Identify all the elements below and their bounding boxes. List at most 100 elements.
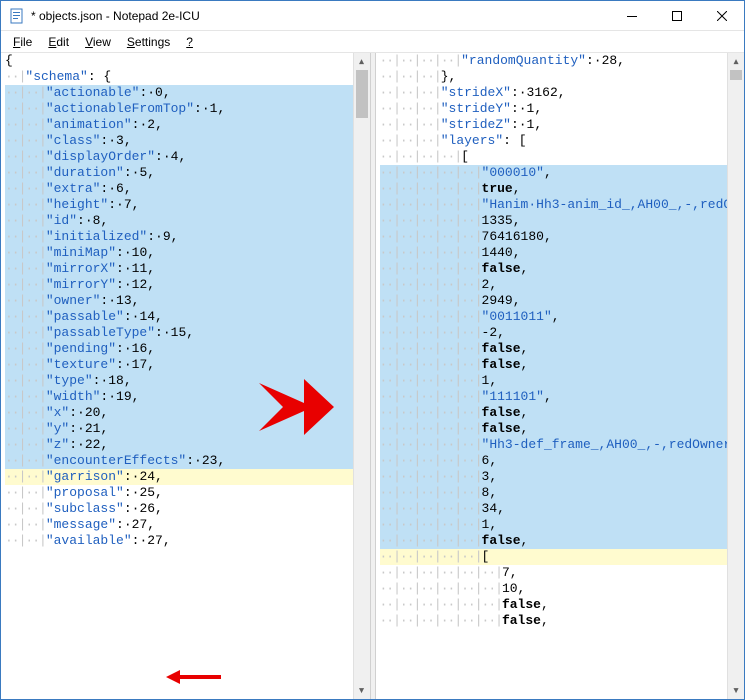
code-line[interactable]: ··|··|··|··|··|true,	[380, 181, 728, 197]
code-line[interactable]: ··|··|"animation":·2,	[5, 117, 353, 133]
left-scrollbar[interactable]: ▴ ▾	[353, 53, 370, 699]
indent-guide: ··|··|··|	[380, 85, 441, 101]
code-line[interactable]: ··|··|··|··|··|1,	[380, 517, 728, 533]
menu-file[interactable]: File	[5, 33, 40, 51]
code-line[interactable]: ··|··|··|··|[	[380, 149, 728, 165]
code-line[interactable]: ··|··|··|··|··|false,	[380, 533, 728, 549]
code-line[interactable]: ··|··|··|··|··|76416180,	[380, 229, 728, 245]
scroll-down-icon[interactable]: ▾	[728, 682, 744, 699]
code-line[interactable]: ··|··|··|"layers": [	[380, 133, 728, 149]
code-line[interactable]: ··|··|"subclass":·26,	[5, 501, 353, 517]
right-scrollbar[interactable]: ▴ ▾	[727, 53, 744, 699]
code-line[interactable]: ··|··|"height":·7,	[5, 197, 353, 213]
scroll-thumb[interactable]	[356, 70, 368, 118]
code-line[interactable]: ··|··|··|},	[380, 69, 728, 85]
code-line[interactable]: ··|··|··|··|··|1440,	[380, 245, 728, 261]
code-line[interactable]: ··|··|··|··|··|··|false,	[380, 613, 728, 629]
code-line[interactable]: ··|··|"displayOrder":·4,	[5, 149, 353, 165]
code-line[interactable]: ··|··|"z":·22,	[5, 437, 353, 453]
code-line[interactable]: ··|··|··|··|··|"Hanim·Hh3-anim_id_,AH00_…	[380, 197, 728, 213]
code-line[interactable]: ··|··|"available":·27,	[5, 533, 353, 549]
code-line[interactable]: ··|··|··|··|"randomQuantity":·28,	[380, 53, 728, 69]
code-line[interactable]: ··|··|··|··|··|6,	[380, 453, 728, 469]
indent-guide: ··|··|··|··|··|	[380, 277, 482, 293]
indent-guide: ··|··|	[5, 85, 46, 101]
code-line[interactable]: ··|··|··|··|··|··|false,	[380, 597, 728, 613]
scroll-up-icon[interactable]: ▴	[354, 53, 370, 70]
maximize-button[interactable]	[654, 1, 699, 30]
code-line[interactable]: ··|··|··|··|··|34,	[380, 501, 728, 517]
code-line[interactable]: ··|··|"passable":·14,	[5, 309, 353, 325]
scroll-up-icon[interactable]: ▴	[728, 53, 744, 70]
scroll-down-icon[interactable]: ▾	[354, 682, 370, 699]
code-line[interactable]: ··|··|··|··|··|false,	[380, 405, 728, 421]
code-line[interactable]: ··|··|"proposal":·25,	[5, 485, 353, 501]
code-line[interactable]: ··|··|··|··|··|false,	[380, 261, 728, 277]
code-line[interactable]: ··|··|"duration":·5,	[5, 165, 353, 181]
code-line[interactable]: ··|··|"actionable":·0,	[5, 85, 353, 101]
code-line[interactable]: ··|··|"extra":·6,	[5, 181, 353, 197]
code-line[interactable]: ··|··|"encounterEffects":·23,	[5, 453, 353, 469]
code-line[interactable]: ··|··|"id":·8,	[5, 213, 353, 229]
indent-guide: ··|··|··|··|··|	[380, 309, 482, 325]
code-line[interactable]: ··|··|··|··|··|2949,	[380, 293, 728, 309]
indent-guide: ··|··|··|··|··|··|	[380, 597, 502, 613]
indent-guide: ··|··|··|··|··|	[380, 437, 482, 453]
indent-guide: ··|··|··|··|··|··|	[380, 613, 502, 629]
right-code[interactable]: ··|··|··|··|"randomQuantity":·28,··|··|·…	[376, 53, 728, 699]
code-line[interactable]: ··|··|"owner":·13,	[5, 293, 353, 309]
scroll-thumb[interactable]	[730, 70, 742, 80]
code-line[interactable]: ··|··|"actionableFromTop":·1,	[5, 101, 353, 117]
menu-view[interactable]: View	[77, 33, 119, 51]
code-line[interactable]: ··|··|"miniMap":·10,	[5, 245, 353, 261]
code-line[interactable]: ··|··|"initialized":·9,	[5, 229, 353, 245]
code-line[interactable]: ··|··|"garrison":·24,	[5, 469, 353, 485]
code-line[interactable]: ··|··|··|··|··|··|10,	[380, 581, 728, 597]
annotation-arrow-small	[166, 670, 221, 684]
indent-guide: ··|··|	[5, 245, 46, 261]
indent-guide: ··|··|	[5, 325, 46, 341]
code-line[interactable]: ··|··|··|··|··|"0011011",	[380, 309, 728, 325]
editor-area: {··|"schema": {··|··|"actionable":·0,··|…	[1, 53, 744, 699]
code-line[interactable]: ··|··|"message":·27,	[5, 517, 353, 533]
code-line[interactable]: ··|··|··|··|··|false,	[380, 341, 728, 357]
menu-settings[interactable]: Settings	[119, 33, 178, 51]
code-line[interactable]: ··|"schema": {	[5, 69, 353, 85]
code-line[interactable]: ··|··|··|··|··|false,	[380, 421, 728, 437]
indent-guide: ··|··|··|··|··|	[380, 229, 482, 245]
code-line[interactable]: ··|··|··|··|··|8,	[380, 485, 728, 501]
right-pane[interactable]: ··|··|··|··|"randomQuantity":·28,··|··|·…	[376, 53, 745, 699]
indent-guide: ··|··|	[5, 197, 46, 213]
menu-edit[interactable]: Edit	[40, 33, 77, 51]
code-line[interactable]: ··|··|··|··|··|[	[380, 549, 728, 565]
code-line[interactable]: ··|··|··|··|··|"000010",	[380, 165, 728, 181]
code-line[interactable]: {	[5, 53, 353, 69]
indent-guide: ··|··|	[5, 469, 46, 485]
code-line[interactable]: ··|··|··|··|··|··|7,	[380, 565, 728, 581]
code-line[interactable]: ··|··|··|··|··|-2,	[380, 325, 728, 341]
code-line[interactable]: ··|··|··|"strideZ":·1,	[380, 117, 728, 133]
indent-guide: ··|··|	[5, 277, 46, 293]
code-line[interactable]: ··|··|"class":·3,	[5, 133, 353, 149]
indent-guide: ··|··|··|··|··|	[380, 261, 482, 277]
left-pane[interactable]: {··|"schema": {··|··|"actionable":·0,··|…	[1, 53, 370, 699]
code-line[interactable]: ··|··|"passableType":·15,	[5, 325, 353, 341]
minimize-button[interactable]	[609, 1, 654, 30]
code-line[interactable]: ··|··|··|··|··|1335,	[380, 213, 728, 229]
code-line[interactable]: ··|··|··|"strideX":·3162,	[380, 85, 728, 101]
menu-help[interactable]: ?	[178, 33, 201, 51]
indent-guide: ··|··|··|	[380, 133, 441, 149]
code-line[interactable]: ··|··|··|··|··|"111101",	[380, 389, 728, 405]
code-line[interactable]: ··|··|··|··|··|1,	[380, 373, 728, 389]
code-line[interactable]: ··|··|"mirrorY":·12,	[5, 277, 353, 293]
close-button[interactable]	[699, 1, 744, 30]
code-line[interactable]: ··|··|··|"strideY":·1,	[380, 101, 728, 117]
code-line[interactable]: ··|··|··|··|··|3,	[380, 469, 728, 485]
code-line[interactable]: ··|··|"texture":·17,	[5, 357, 353, 373]
code-line[interactable]: ··|··|··|··|··|"Hh3-def_frame_,AH00_,-,r…	[380, 437, 728, 453]
code-line[interactable]: ··|··|"pending":·16,	[5, 341, 353, 357]
code-line[interactable]: ··|··|··|··|··|2,	[380, 277, 728, 293]
left-code[interactable]: {··|"schema": {··|··|"actionable":·0,··|…	[1, 53, 353, 699]
code-line[interactable]: ··|··|··|··|··|false,	[380, 357, 728, 373]
code-line[interactable]: ··|··|"mirrorX":·11,	[5, 261, 353, 277]
